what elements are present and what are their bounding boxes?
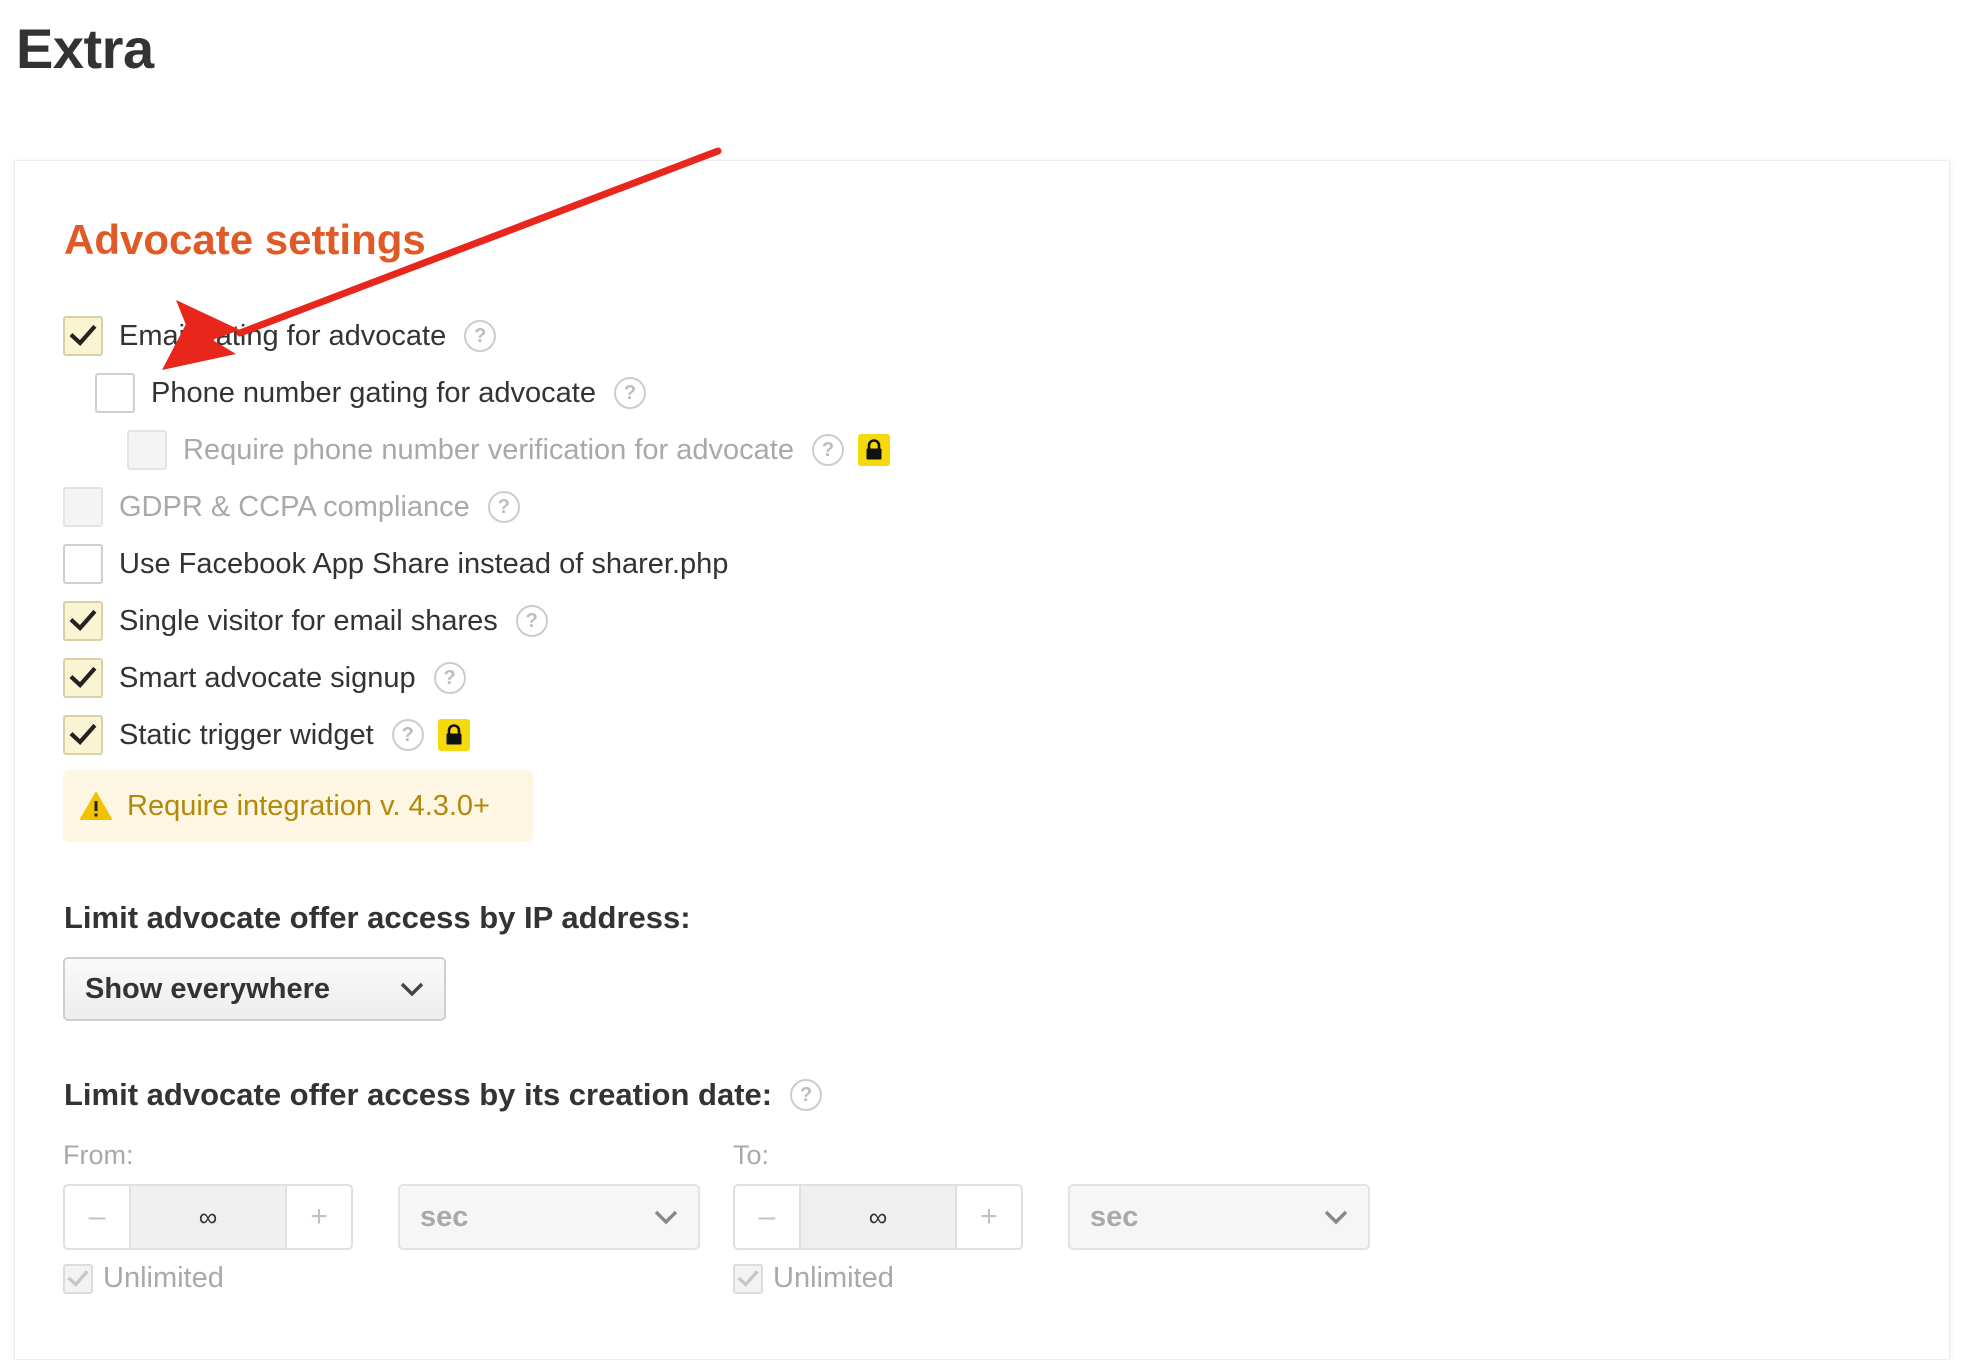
help-icon[interactable]: ?: [613, 377, 646, 409]
option-single-visitor[interactable]: Single visitor for email shares ?: [63, 599, 548, 643]
option-smart-signup[interactable]: Smart advocate signup ?: [63, 656, 466, 700]
option-label: Smart advocate signup: [119, 661, 416, 694]
ip-limit-heading-text: Limit advocate offer access by IP addres…: [64, 900, 691, 935]
smart-signup-checkbox[interactable]: [63, 658, 103, 698]
section-title: Advocate settings: [64, 216, 426, 263]
check-icon: [69, 666, 97, 688]
to-unlimited-checkbox[interactable]: [733, 1263, 763, 1294]
option-phone-gating[interactable]: Phone number gating for advocate ?: [95, 371, 646, 415]
option-label: GDPR & CCPA compliance: [119, 490, 470, 523]
date-limit-heading: Limit advocate offer access by its creat…: [64, 1077, 823, 1113]
help-icon[interactable]: ?: [811, 434, 844, 466]
help-icon[interactable]: ?: [433, 662, 466, 694]
option-label: Use Facebook App Share instead of sharer…: [119, 547, 729, 580]
chevron-down-icon: [1324, 1210, 1348, 1225]
to-stepper: – ∞ +: [733, 1184, 1023, 1250]
to-minus-button: –: [758, 1200, 776, 1233]
check-icon: [69, 609, 97, 631]
check-icon: [69, 324, 97, 346]
help-icon[interactable]: ?: [515, 605, 548, 637]
option-email-gating[interactable]: Email gating for advocate ?: [63, 314, 497, 358]
gdpr-checkbox: [63, 487, 103, 527]
from-label: From:: [63, 1140, 134, 1170]
check-icon: [69, 723, 97, 745]
option-label: Email gating for advocate: [119, 319, 447, 352]
lock-icon[interactable]: [437, 719, 470, 751]
from-unit-value: sec: [420, 1200, 469, 1233]
ip-limit-value: Show everywhere: [85, 972, 330, 1005]
option-gdpr: GDPR & CCPA compliance ?: [63, 485, 520, 529]
option-static-trigger[interactable]: Static trigger widget ?: [63, 713, 470, 757]
from-plus-button: +: [310, 1200, 328, 1233]
chevron-down-icon: [654, 1210, 678, 1225]
from-unlimited[interactable]: Unlimited: [63, 1262, 224, 1295]
ip-limit-heading: Limit advocate offer access by IP addres…: [64, 900, 691, 936]
ip-limit-select[interactable]: Show everywhere: [63, 957, 446, 1021]
email-gating-checkbox[interactable]: [63, 316, 103, 356]
single-visitor-checkbox[interactable]: [63, 601, 103, 641]
warning-icon: [80, 792, 112, 820]
to-unit-value: sec: [1090, 1200, 1139, 1233]
to-plus-button: +: [980, 1200, 998, 1233]
chevron-down-icon: [400, 982, 424, 997]
from-stepper: – ∞ +: [63, 1184, 353, 1250]
warning-text: Require integration v. 4.3.0+: [127, 789, 490, 822]
from-unlimited-label: Unlimited: [103, 1262, 224, 1294]
integration-warning: Require integration v. 4.3.0+: [63, 770, 533, 842]
to-value: ∞: [799, 1186, 957, 1248]
phone-gating-checkbox[interactable]: [95, 373, 135, 413]
to-unlimited[interactable]: Unlimited: [733, 1262, 894, 1295]
phone-verification-checkbox: [127, 430, 167, 470]
option-phone-verification: Require phone number verification for ad…: [127, 428, 890, 472]
static-trigger-checkbox[interactable]: [63, 715, 103, 755]
lock-icon[interactable]: [857, 434, 890, 466]
help-icon[interactable]: ?: [391, 719, 424, 751]
option-label: Phone number gating for advocate: [151, 376, 596, 409]
option-facebook-share[interactable]: Use Facebook App Share instead of sharer…: [63, 542, 728, 586]
from-unit-select: sec: [398, 1184, 700, 1250]
check-icon: [67, 1269, 89, 1287]
to-unit-select: sec: [1068, 1184, 1370, 1250]
to-unlimited-label: Unlimited: [773, 1262, 894, 1294]
page-title: Extra: [16, 17, 154, 80]
option-label: Static trigger widget: [119, 718, 374, 751]
option-label: Single visitor for email shares: [119, 604, 498, 637]
from-unlimited-checkbox[interactable]: [63, 1263, 93, 1294]
from-minus-button: –: [88, 1200, 106, 1233]
from-value: ∞: [129, 1186, 287, 1248]
option-label: Require phone number verification for ad…: [183, 433, 794, 466]
facebook-share-checkbox[interactable]: [63, 544, 103, 584]
date-limit-heading-text: Limit advocate offer access by its creat…: [64, 1077, 773, 1112]
help-icon[interactable]: ?: [464, 320, 497, 352]
help-icon[interactable]: ?: [487, 491, 520, 523]
to-label: To:: [733, 1140, 770, 1170]
check-icon: [737, 1269, 759, 1287]
help-icon[interactable]: ?: [790, 1079, 823, 1111]
